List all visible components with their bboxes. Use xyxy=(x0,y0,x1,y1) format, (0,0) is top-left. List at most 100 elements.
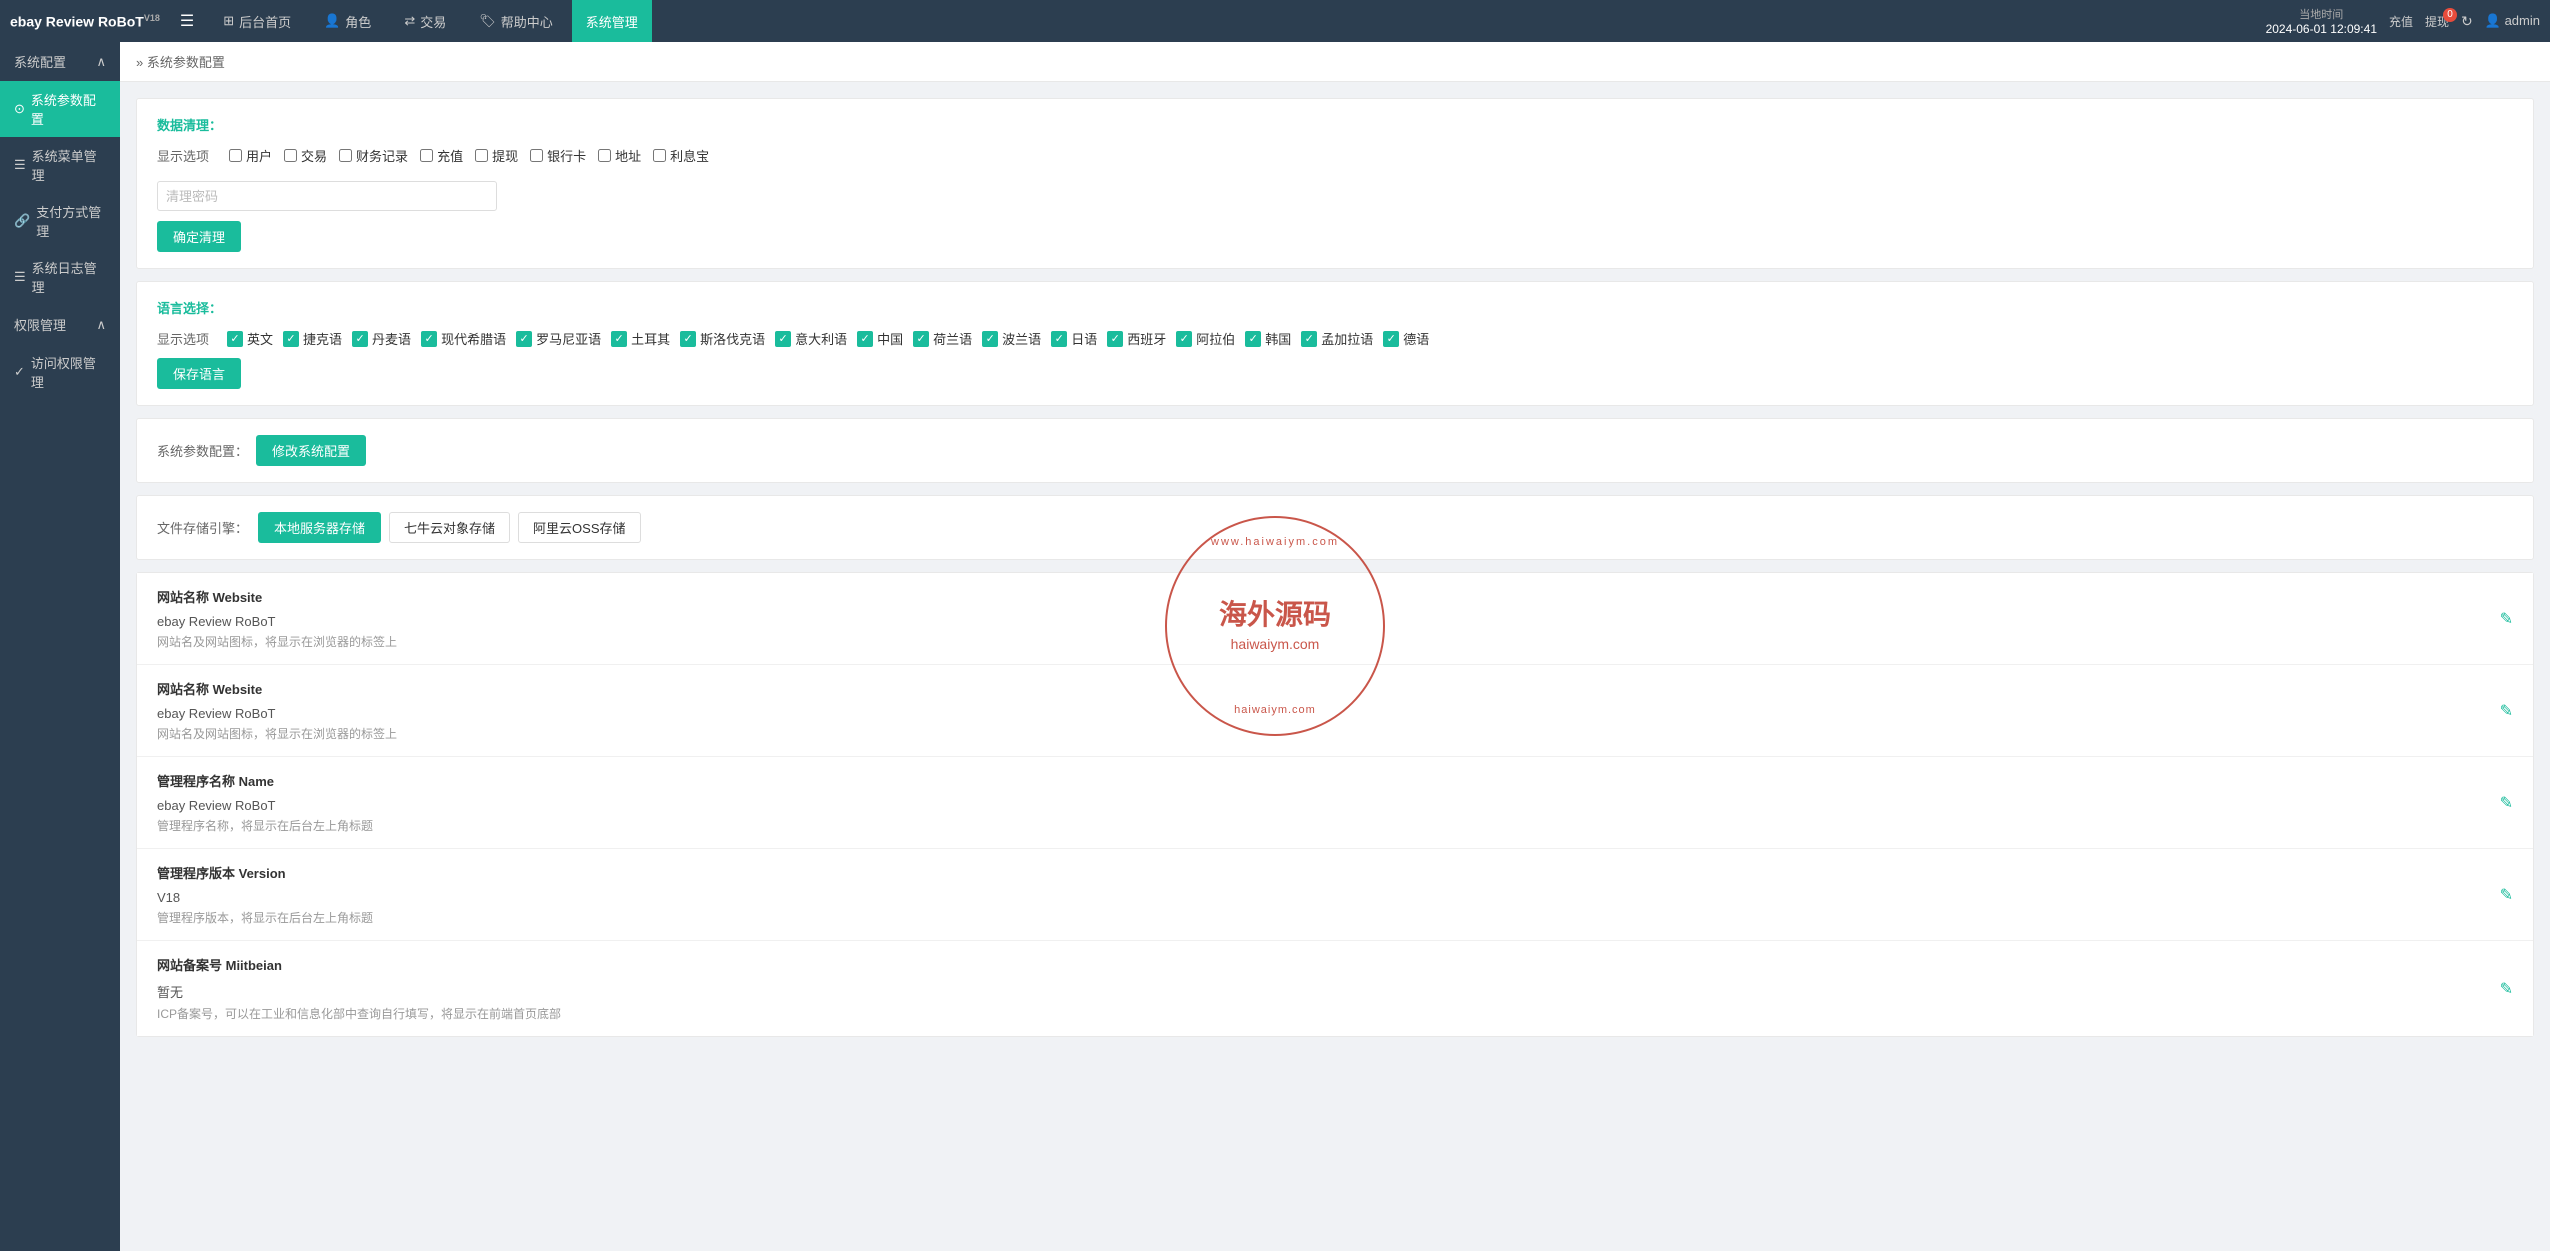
file-storage-label: 文件存储引擎： xyxy=(157,518,248,537)
log-icon: ☰ xyxy=(14,269,26,285)
lang-display-label: 显示选项 xyxy=(157,329,209,348)
config-desc-4: ICP备案号，可以在工业和信息化部中查询自行填写，将显示在前端首页底部 xyxy=(157,1005,561,1022)
lang-da[interactable]: ✓丹麦语 xyxy=(352,329,411,348)
sidebar-item-log[interactable]: ☰ 系统日志管理 xyxy=(0,249,120,305)
lang-pl[interactable]: ✓波兰语 xyxy=(982,329,1041,348)
user-info[interactable]: 👤 admin xyxy=(2485,13,2540,29)
config-item-website-name-2: 网站名称 Website ebay Review RoBoT 网站名及网站图标，… xyxy=(137,665,2533,757)
nav-system[interactable]: 系统管理 xyxy=(572,0,652,42)
sidebar: 系统配置 ∧ ⊙ 系统参数配置 ☰ 系统菜单管理 🔗 支付方式管理 ☰ 系统日志… xyxy=(0,42,120,1251)
config-title-0: 网站名称 Website xyxy=(157,587,397,606)
lang-ja[interactable]: ✓日语 xyxy=(1051,329,1097,348)
breadcrumb: » 系统参数配置 xyxy=(120,42,2550,82)
lang-it[interactable]: ✓意大利语 xyxy=(775,329,847,348)
config-edit-2[interactable]: ✎ xyxy=(2500,793,2513,813)
sidebar-item-params[interactable]: ⊙ 系统参数配置 xyxy=(0,81,120,137)
clear-password-input[interactable] xyxy=(157,181,497,211)
app-version: V18 xyxy=(144,13,160,23)
system-params-section: 系统参数配置： 修改系统配置 xyxy=(136,418,2534,483)
sys-param-label: 系统参数配置： xyxy=(157,441,248,460)
sidebar-group-permission[interactable]: 权限管理 ∧ xyxy=(0,305,120,344)
lang-ar[interactable]: ✓阿拉伯 xyxy=(1176,329,1235,348)
checkbox-interest[interactable]: 利息宝 xyxy=(653,146,709,165)
app-logo: ebay Review RoBoTV18 xyxy=(10,13,160,30)
config-desc-2: 管理程序名称，将显示在后台左上角标题 xyxy=(157,817,373,834)
main-content: » 系统参数配置 数据清理： 显示选项 用户 交易 xyxy=(120,42,2550,1251)
sidebar-group-system-config[interactable]: 系统配置 ∧ xyxy=(0,42,120,81)
config-desc-1: 网站名及网站图标，将显示在浏览器的标签上 xyxy=(157,725,397,742)
checkbox-finance[interactable]: 财务记录 xyxy=(339,146,408,165)
params-icon: ⊙ xyxy=(14,101,25,117)
lang-zh[interactable]: ✓中国 xyxy=(857,329,903,348)
config-items-container: 网站名称 Website ebay Review RoBoT 网站名及网站图标，… xyxy=(136,572,2534,1037)
nav-help[interactable]: 🏷帮助中心 xyxy=(465,0,567,42)
language-section: 语言选择： 显示选项 ✓英文 ✓捷克语 ✓丹麦语 ✓现代希腊语 ✓罗马尼亚语 ✓… xyxy=(136,281,2534,406)
withdraw-badge: 0 xyxy=(2443,8,2457,22)
time-block: 当地时间 2024-06-01 12:09:41 xyxy=(2266,6,2377,36)
config-desc-3: 管理程序版本，将显示在后台左上角标题 xyxy=(157,909,373,926)
file-storage-section: 文件存储引擎： 本地服务器存储 七牛云对象存储 阿里云OSS存储 xyxy=(136,495,2534,560)
config-item-website-name-1: 网站名称 Website ebay Review RoBoT 网站名及网站图标，… xyxy=(137,573,2533,665)
nav-transaction[interactable]: ⇄交易 xyxy=(390,0,460,42)
lang-en[interactable]: ✓英文 xyxy=(227,329,273,348)
top-nav: ebay Review RoBoTV18 ☰ ⊞后台首页 👤角色 ⇄交易 🏷帮助… xyxy=(0,0,2550,42)
lang-cs[interactable]: ✓捷克语 xyxy=(283,329,342,348)
config-edit-0[interactable]: ✎ xyxy=(2500,609,2513,629)
lang-de[interactable]: ✓德语 xyxy=(1383,329,1429,348)
lang-el[interactable]: ✓现代希腊语 xyxy=(421,329,506,348)
config-edit-4[interactable]: ✎ xyxy=(2500,979,2513,999)
config-value-1: ebay Review RoBoT xyxy=(157,706,397,721)
sidebar-item-menu[interactable]: ☰ 系统菜单管理 xyxy=(0,137,120,193)
withdraw-link[interactable]: 提现 0 xyxy=(2425,13,2449,30)
checkbox-user[interactable]: 用户 xyxy=(229,146,272,165)
lang-nl[interactable]: ✓荷兰语 xyxy=(913,329,972,348)
checkbox-transaction[interactable]: 交易 xyxy=(284,146,327,165)
config-title-3: 管理程序版本 Version xyxy=(157,863,373,882)
data-clear-title: 数据清理： xyxy=(157,115,2513,134)
data-clear-section: 数据清理： 显示选项 用户 交易 财务记录 xyxy=(136,98,2534,269)
lang-ko[interactable]: ✓韩国 xyxy=(1245,329,1291,348)
sidebar-item-payment[interactable]: 🔗 支付方式管理 xyxy=(0,193,120,249)
config-item-icp: 网站备案号 Miitbeian 暂无 ICP备案号，可以在工业和信息化部中查询自… xyxy=(137,941,2533,1036)
lang-ms[interactable]: ✓孟加拉语 xyxy=(1301,329,1373,348)
storage-tab-local[interactable]: 本地服务器存储 xyxy=(258,512,381,543)
sys-param-row: 系统参数配置： 修改系统配置 xyxy=(157,435,2513,466)
config-value-3: V18 xyxy=(157,890,373,905)
recharge-link[interactable]: 充值 xyxy=(2389,13,2413,30)
storage-tab-qiniu[interactable]: 七牛云对象存储 xyxy=(389,512,510,543)
config-value-4: 暂无 xyxy=(157,982,561,1001)
save-language-button[interactable]: 保存语言 xyxy=(157,358,241,389)
storage-tab-aliyun[interactable]: 阿里云OSS存储 xyxy=(518,512,640,543)
config-title-4: 网站备案号 Miitbeian xyxy=(157,955,561,974)
storage-tabs: 本地服务器存储 七牛云对象存储 阿里云OSS存储 xyxy=(258,512,641,543)
menu-toggle-icon[interactable]: ☰ xyxy=(180,11,194,31)
language-title: 语言选择： xyxy=(157,298,2513,317)
payment-icon: 🔗 xyxy=(14,213,30,229)
config-title-2: 管理程序名称 Name xyxy=(157,771,373,790)
data-clear-checkboxes: 显示选项 用户 交易 财务记录 充值 xyxy=(157,146,2513,165)
checkbox-recharge[interactable]: 充值 xyxy=(420,146,463,165)
access-icon: ✓ xyxy=(14,364,25,380)
lang-ro[interactable]: ✓罗马尼亚语 xyxy=(516,329,601,348)
config-edit-3[interactable]: ✎ xyxy=(2500,885,2513,905)
language-checkboxes: 显示选项 ✓英文 ✓捷克语 ✓丹麦语 ✓现代希腊语 ✓罗马尼亚语 ✓土耳其 ✓斯… xyxy=(157,329,2513,348)
modify-system-config-button[interactable]: 修改系统配置 xyxy=(256,435,366,466)
checkbox-withdraw[interactable]: 提现 xyxy=(475,146,518,165)
config-edit-1[interactable]: ✎ xyxy=(2500,701,2513,721)
sidebar-item-access[interactable]: ✓ 访问权限管理 xyxy=(0,344,120,400)
refresh-button[interactable]: ↻ xyxy=(2461,13,2473,30)
config-value-0: ebay Review RoBoT xyxy=(157,614,397,629)
nav-role[interactable]: 👤角色 xyxy=(310,0,385,42)
header-right: 当地时间 2024-06-01 12:09:41 充值 提现 0 ↻ 👤 adm… xyxy=(2266,6,2540,36)
confirm-clear-button[interactable]: 确定清理 xyxy=(157,221,241,252)
config-value-2: ebay Review RoBoT xyxy=(157,798,373,813)
lang-sl[interactable]: ✓斯洛伐克语 xyxy=(680,329,765,348)
lang-tr[interactable]: ✓土耳其 xyxy=(611,329,670,348)
nav-dashboard[interactable]: ⊞后台首页 xyxy=(209,0,305,42)
checkbox-bank[interactable]: 银行卡 xyxy=(530,146,586,165)
lang-es[interactable]: ✓西班牙 xyxy=(1107,329,1166,348)
config-desc-0: 网站名及网站图标，将显示在浏览器的标签上 xyxy=(157,633,397,650)
file-storage-row: 文件存储引擎： 本地服务器存储 七牛云对象存储 阿里云OSS存储 xyxy=(157,512,2513,543)
menu-icon: ☰ xyxy=(14,157,26,173)
checkbox-address[interactable]: 地址 xyxy=(598,146,641,165)
